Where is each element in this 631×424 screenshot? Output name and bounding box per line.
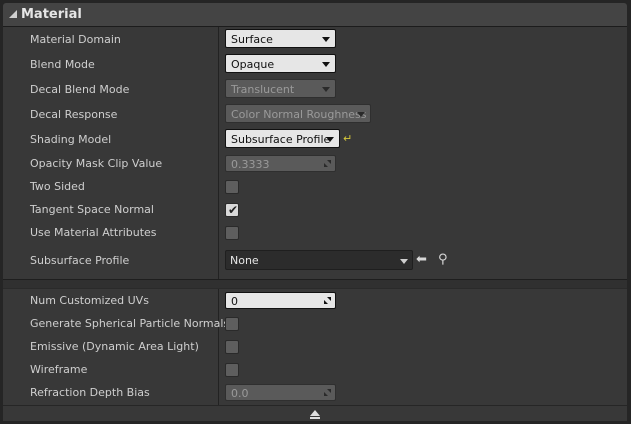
wireframe-label: Wireframe	[30, 363, 88, 376]
subsurface-profile-label: Subsurface Profile	[30, 254, 130, 267]
subsurface-profile-value: None	[230, 254, 259, 267]
refraction-depth-bias-field: 0.0	[225, 384, 336, 401]
two-sided-label: Two Sided	[30, 180, 85, 193]
spin-drag-icon[interactable]	[324, 297, 331, 304]
row-material-domain: Material Domain Surface	[3, 28, 627, 51]
row-use-material-attributes: Use Material Attributes	[3, 221, 627, 244]
num-customized-uvs-field[interactable]: 0	[225, 292, 336, 309]
use-material-attributes-checkbox[interactable]	[225, 226, 239, 240]
num-customized-uvs-value: 0	[231, 295, 238, 308]
num-customized-uvs-label: Num Customized UVs	[30, 294, 149, 307]
tangent-space-normal-checkbox[interactable]: ✔	[225, 203, 239, 217]
emissive-dynamic-area-light-checkbox[interactable]	[225, 340, 239, 354]
row-opacity-mask-clip: Opacity Mask Clip Value 0.3333	[3, 152, 627, 175]
opacity-mask-clip-value: 0.3333	[231, 158, 270, 171]
section-header[interactable]: Material	[3, 3, 627, 27]
chevron-down-icon	[326, 137, 334, 142]
shading-model-label: Shading Model	[30, 133, 112, 146]
subsurface-profile-asset-picker[interactable]: None	[225, 250, 413, 270]
row-two-sided: Two Sided	[3, 175, 627, 198]
row-emissive-dynamic-area-light: Emissive (Dynamic Area Light)	[3, 335, 627, 358]
decal-response-value: Color Normal Roughness	[231, 108, 367, 121]
advanced-toggle-bar[interactable]	[3, 405, 627, 421]
wireframe-checkbox[interactable]	[225, 363, 239, 377]
reset-to-default-icon[interactable]: ↵	[343, 133, 352, 144]
spherical-particle-normals-checkbox[interactable]	[225, 317, 239, 331]
two-sided-checkbox[interactable]	[225, 180, 239, 194]
refraction-depth-bias-label: Refraction Depth Bias	[30, 386, 150, 399]
refraction-depth-bias-value: 0.0	[231, 387, 249, 400]
emissive-dynamic-area-light-label: Emissive (Dynamic Area Light)	[30, 340, 199, 353]
row-decal-response: Decal Response Color Normal Roughness	[3, 103, 627, 126]
opacity-mask-clip-label: Opacity Mask Clip Value	[30, 157, 163, 170]
decal-blend-mode-label: Decal Blend Mode	[30, 83, 130, 96]
decal-response-label: Decal Response	[30, 108, 118, 121]
row-tangent-space-normal: Tangent Space Normal ✔	[3, 198, 627, 221]
row-decal-blend-mode: Decal Blend Mode Translucent	[3, 78, 627, 101]
section-title: Material	[21, 7, 82, 22]
shading-model-combo[interactable]: Subsurface Profile	[225, 129, 340, 148]
chevron-down-icon	[322, 37, 330, 42]
decal-response-combo: Color Normal Roughness	[225, 104, 371, 123]
blend-mode-combo[interactable]: Opaque	[225, 54, 336, 73]
chevron-up-icon[interactable]	[310, 410, 320, 416]
row-refraction-depth-bias: Refraction Depth Bias 0.0	[3, 381, 627, 404]
opacity-mask-clip-field: 0.3333	[225, 155, 336, 172]
material-domain-combo[interactable]: Surface	[225, 29, 336, 48]
row-num-customized-uvs: Num Customized UVs 0	[3, 289, 627, 312]
spherical-particle-normals-label: Generate Spherical Particle Normals	[30, 317, 230, 330]
decal-blend-mode-combo: Translucent	[225, 79, 336, 98]
chevron-down-icon	[357, 112, 365, 117]
material-domain-value: Surface	[231, 33, 273, 46]
chevron-down-icon	[322, 62, 330, 67]
row-blend-mode: Blend Mode Opaque	[3, 53, 627, 76]
advanced-divider	[3, 279, 627, 289]
use-material-attributes-label: Use Material Attributes	[30, 226, 157, 239]
spin-drag-icon	[324, 160, 331, 167]
chevron-down-icon	[400, 259, 408, 264]
magnifier-icon[interactable]: ⚲	[438, 253, 448, 267]
blend-mode-label: Blend Mode	[30, 58, 95, 71]
row-spherical-particle-normals: Generate Spherical Particle Normals	[3, 312, 627, 335]
chevron-down-icon	[322, 87, 330, 92]
row-subsurface-profile: Subsurface Profile None ⬅ ⚲	[3, 249, 627, 275]
collapse-triangle-icon[interactable]	[9, 10, 17, 18]
details-panel: Material Material Domain Surface Blend M…	[0, 0, 631, 424]
shading-model-value: Subsurface Profile	[231, 133, 331, 146]
tangent-space-normal-label: Tangent Space Normal	[30, 203, 154, 216]
arrow-left-icon[interactable]: ⬅	[416, 253, 427, 267]
row-wireframe: Wireframe	[3, 358, 627, 381]
checkmark-icon: ✔	[228, 203, 239, 217]
row-shading-model: Shading Model Subsurface Profile ↵	[3, 128, 627, 151]
chevron-up-icon-base	[310, 417, 320, 419]
spin-drag-icon	[324, 389, 331, 396]
blend-mode-value: Opaque	[231, 58, 275, 71]
material-domain-label: Material Domain	[30, 33, 121, 46]
decal-blend-mode-value: Translucent	[231, 83, 295, 96]
